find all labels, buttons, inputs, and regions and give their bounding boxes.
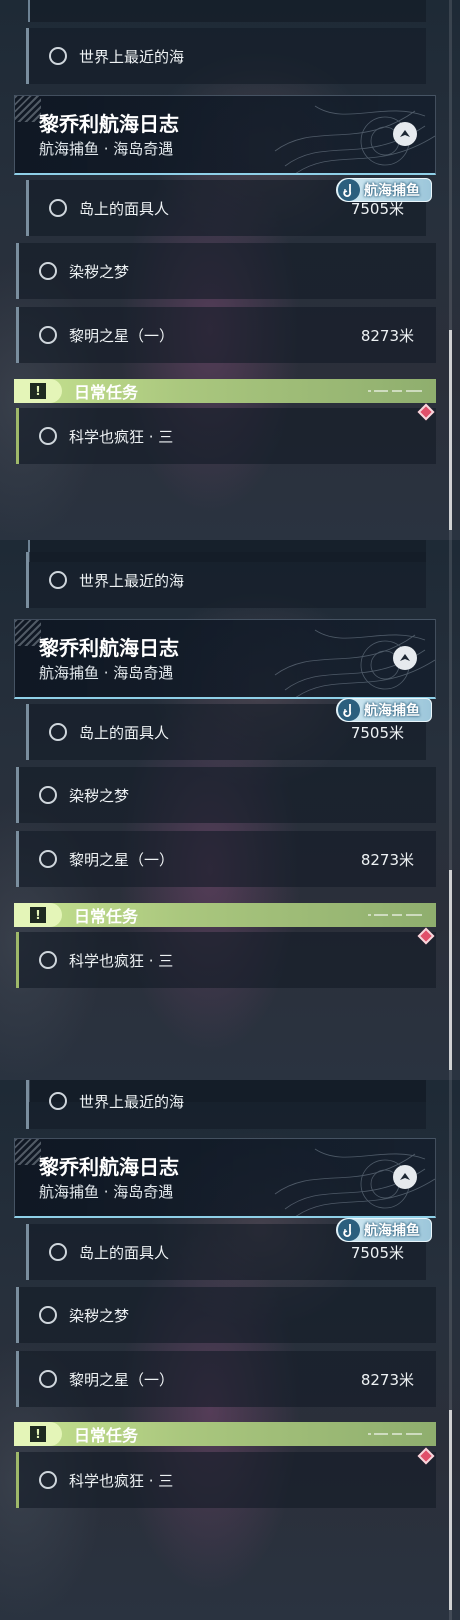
quest-status-circle-icon [39,1306,57,1324]
quest-label: 黎明之星（一） [69,850,175,869]
quest-group-header[interactable]: 黎乔利航海日志 航海捕鱼 · 海岛奇遇 [14,1138,436,1218]
quest-distance: 8273米 [360,850,414,869]
quest-label: 世界上最近的海 [79,47,185,66]
daily-quests-title: 日常任务 [74,383,139,402]
category-tag: 航海捕鱼 [336,698,432,722]
quest-status-circle-icon [49,47,67,65]
daily-quests-title: 日常任务 [74,1426,139,1445]
quest-item[interactable]: 黎明之星（一） 8273米 [16,307,436,363]
quest-group-header[interactable]: 黎乔利航海日志 航海捕鱼 · 海岛奇遇 [14,619,436,699]
corner-stripes-decoration [15,620,41,646]
chevron-up-icon [400,1173,410,1180]
quest-status-circle-icon [39,850,57,868]
quest-tracker-frame-3: 世界上最近的海 黎乔利航海日志 航海捕鱼 · 海岛奇遇 岛上的面具人 7505米… [0,1080,460,1620]
fishing-hook-icon [338,179,360,201]
quest-item[interactable]: 染秽之梦 [16,243,436,299]
quest-status-circle-icon [39,1471,57,1489]
quest-group-title: 黎乔利航海日志 [39,636,179,660]
scrollbar-thumb[interactable] [449,870,452,1070]
category-tag: 航海捕鱼 [336,1218,432,1242]
quest-label: 黎明之星（一） [69,1370,175,1389]
corner-stripes-decoration [15,1139,41,1165]
quest-item[interactable]: 染秽之梦 [16,767,436,823]
quest-status-circle-icon [39,951,57,969]
fishing-hook-icon [338,1219,360,1241]
daily-quests-header[interactable]: ! 日常任务 [14,903,436,927]
quest-distance: 7505米 [350,1243,404,1262]
quest-status-circle-icon [49,723,67,741]
quest-label: 染秽之梦 [69,262,130,281]
quest-status-circle-icon [49,571,67,589]
daily-quests-header[interactable]: ! 日常任务 [14,379,436,403]
quest-distance: 7505米 [350,723,404,742]
scrollbar[interactable] [449,540,452,1080]
quest-status-circle-icon [39,326,57,344]
quest-group-subtitle: 航海捕鱼 · 海岛奇遇 [39,140,174,158]
category-tag-label: 航海捕鱼 [364,1223,420,1239]
quest-tracker-frame-1: 世界上最近的海 黎乔利航海日志 航海捕鱼 · 海岛奇遇 岛上的面具人 7505米… [0,0,460,540]
category-tag-label: 航海捕鱼 [364,703,420,719]
quest-label: 染秽之梦 [69,786,130,805]
quest-item[interactable]: 科学也疯狂 · 三 [16,408,436,464]
daily-quests-title: 日常任务 [74,907,139,926]
quest-label: 科学也疯狂 · 三 [69,951,174,970]
quest-status-circle-icon [39,262,57,280]
quest-label: 黎明之星（一） [69,326,175,345]
header-decoration [368,914,422,916]
quest-status-circle-icon [39,427,57,445]
quest-tracker-frame-2: 世界上最近的海 黎乔利航海日志 航海捕鱼 · 海岛奇遇 岛上的面具人 7505米… [0,540,460,1080]
quest-distance: 8273米 [360,1370,414,1389]
quest-item[interactable]: 科学也疯狂 · 三 [16,1452,436,1508]
corner-stripes-decoration [15,96,41,122]
quest-group-title: 黎乔利航海日志 [39,1155,179,1179]
quest-label: 岛上的面具人 [79,199,170,218]
quest-item[interactable]: 染秽之梦 [16,1287,436,1343]
quest-label: 岛上的面具人 [79,1243,170,1262]
daily-quests-header[interactable]: ! 日常任务 [14,1422,436,1446]
exclamation-icon: ! [14,379,62,403]
quest-item[interactable]: 黎明之星（一） 8273米 [16,1351,436,1407]
category-tag-label: 航海捕鱼 [364,183,420,199]
quest-group-header[interactable]: 黎乔利航海日志 航海捕鱼 · 海岛奇遇 [14,95,436,175]
exclamation-icon: ! [14,903,62,927]
fishing-hook-icon [338,699,360,721]
scrollbar-thumb[interactable] [449,330,452,530]
quest-group-subtitle: 航海捕鱼 · 海岛奇遇 [39,1183,174,1201]
exclamation-icon: ! [14,1422,62,1446]
previous-quest-strip [28,0,426,22]
quest-label: 科学也疯狂 · 三 [69,1471,174,1490]
chevron-up-icon [400,130,410,137]
quest-item[interactable]: 世界上最近的海 [26,552,426,608]
chevron-up-icon [400,654,410,661]
quest-status-circle-icon [49,199,67,217]
category-tag: 航海捕鱼 [336,178,432,202]
collapse-button[interactable] [393,122,417,146]
quest-label: 染秽之梦 [69,1306,130,1325]
quest-group-subtitle: 航海捕鱼 · 海岛奇遇 [39,664,174,682]
collapse-button[interactable] [393,646,417,670]
header-decoration [368,390,422,392]
scrollbar[interactable] [449,0,452,540]
quest-label: 岛上的面具人 [79,723,170,742]
quest-status-circle-icon [39,786,57,804]
quest-item[interactable]: 世界上最近的海 [26,1080,426,1129]
quest-item[interactable]: 黎明之星（一） 8273米 [16,831,436,887]
quest-group-title: 黎乔利航海日志 [39,112,179,136]
quest-label: 世界上最近的海 [79,571,185,590]
quest-distance: 8273米 [360,326,414,345]
quest-status-circle-icon [49,1092,67,1110]
scrollbar[interactable] [449,1080,452,1620]
quest-label: 科学也疯狂 · 三 [69,427,174,446]
header-decoration [368,1433,422,1435]
quest-label: 世界上最近的海 [79,1092,185,1111]
quest-item[interactable]: 世界上最近的海 [26,28,426,84]
quest-status-circle-icon [49,1243,67,1261]
scrollbar-thumb[interactable] [449,1410,452,1610]
quest-item[interactable]: 科学也疯狂 · 三 [16,932,436,988]
collapse-button[interactable] [393,1165,417,1189]
quest-status-circle-icon [39,1370,57,1388]
